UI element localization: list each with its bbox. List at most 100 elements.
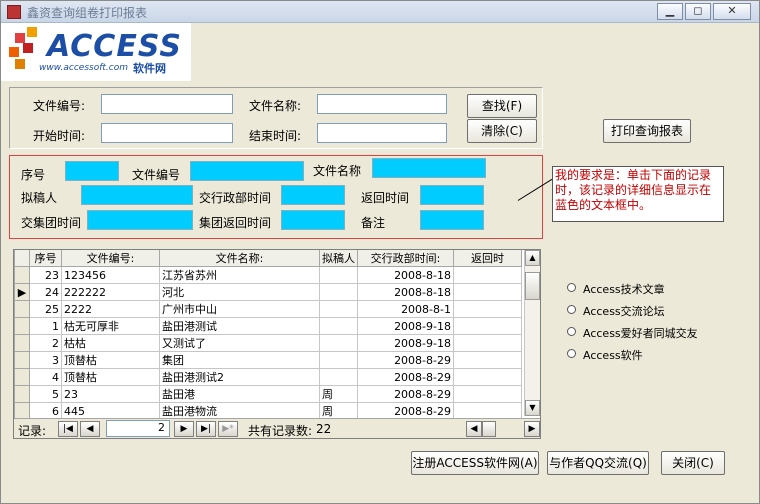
current-record-input[interactable]: 2	[106, 420, 170, 437]
table-cell[interactable]: 2008-8-29	[357, 351, 454, 369]
table-cell[interactable]	[453, 385, 522, 403]
group-return-field[interactable]	[281, 210, 345, 230]
row-selector[interactable]: ▶	[14, 283, 30, 301]
drafter-field[interactable]	[81, 185, 193, 205]
radio-label[interactable]: Access交流论坛	[583, 303, 665, 319]
last-record-icon[interactable]: ▶|	[196, 421, 216, 437]
scroll-thumb[interactable]	[525, 272, 540, 300]
table-cell[interactable]: 盐田港测试2	[159, 368, 320, 386]
radio-button[interactable]	[567, 283, 576, 292]
col-header-drafter[interactable]: 拟稿人	[319, 250, 358, 267]
table-cell[interactable]: 盐田港	[159, 385, 320, 403]
table-cell[interactable]	[319, 334, 358, 352]
table-cell[interactable]	[453, 402, 522, 420]
row-selector[interactable]	[14, 402, 30, 420]
table-cell[interactable]: 盐田港测试	[159, 317, 320, 335]
row-selector[interactable]	[14, 368, 30, 386]
table-cell[interactable]: 2008-9-18	[357, 334, 454, 352]
new-record-icon[interactable]: ▶*	[218, 421, 238, 437]
row-selector[interactable]	[14, 351, 30, 369]
table-cell[interactable]: 周	[319, 385, 358, 403]
row-selector[interactable]	[14, 317, 30, 335]
table-cell[interactable]: 222222	[61, 283, 160, 301]
submit-time-field[interactable]	[281, 185, 345, 205]
table-cell[interactable]	[319, 300, 358, 318]
table-cell[interactable]	[319, 266, 358, 284]
hscroll-thumb[interactable]	[482, 421, 496, 437]
remark-field[interactable]	[420, 210, 484, 230]
col-header-doc-no[interactable]: 文件编号:	[61, 250, 160, 267]
table-cell[interactable]: 顶替枯	[61, 368, 160, 386]
first-record-icon[interactable]: |◀	[58, 421, 78, 437]
clear-button[interactable]: 清除(C)	[467, 119, 537, 143]
maximize-button[interactable]: ◻	[685, 3, 711, 20]
table-cell[interactable]: 又测试了	[159, 334, 320, 352]
table-cell[interactable]: 2222	[61, 300, 160, 318]
table-cell[interactable]: 2008-8-29	[357, 368, 454, 386]
table-cell[interactable]: 集团	[159, 351, 320, 369]
table-cell[interactable]: 24	[29, 283, 62, 301]
vertical-scrollbar[interactable]: ▲ ▼	[524, 250, 540, 416]
table-cell[interactable]: 1	[29, 317, 62, 335]
table-cell[interactable]: 广州市中山	[159, 300, 320, 318]
col-header-doc-name[interactable]: 文件名称:	[159, 250, 320, 267]
table-row[interactable]: 5 23 盐田港周 2008-8-29	[14, 385, 522, 403]
table-row[interactable]: 6 445 盐田港物流周 2008-8-29	[14, 402, 522, 420]
table-row[interactable]: 2 枯枯 又测试了 2008-9-18	[14, 334, 522, 352]
table-row[interactable]: 23 123456 江苏省苏州 2008-8-18	[14, 266, 522, 284]
row-selector[interactable]	[14, 266, 30, 284]
table-cell[interactable]	[453, 300, 522, 318]
prev-record-icon[interactable]: ◀	[80, 421, 100, 437]
doc-no-input[interactable]	[101, 94, 233, 114]
col-header-submit-time[interactable]: 交行政部时间:	[357, 250, 454, 267]
table-cell[interactable]: 3	[29, 351, 62, 369]
return-time-field[interactable]	[420, 185, 484, 205]
row-selector[interactable]	[14, 334, 30, 352]
radio-button[interactable]	[567, 349, 576, 358]
table-cell[interactable]: 2008-8-1	[357, 300, 454, 318]
table-cell[interactable]: 江苏省苏州	[159, 266, 320, 284]
end-time-input[interactable]	[317, 123, 447, 143]
table-cell[interactable]: 5	[29, 385, 62, 403]
close-window-button[interactable]: ✕	[713, 3, 751, 20]
table-cell[interactable]	[319, 283, 358, 301]
radio-label[interactable]: Access爱好者同城交友	[583, 325, 698, 341]
minimize-button[interactable]: ▁	[657, 3, 683, 20]
scroll-right-icon[interactable]: ▶	[524, 421, 540, 437]
table-cell[interactable]: 2008-8-18	[357, 283, 454, 301]
start-time-input[interactable]	[101, 123, 233, 143]
table-cell[interactable]: 25	[29, 300, 62, 318]
records-grid[interactable]: 序号 文件编号: 文件名称: 拟稿人 交行政部时间: 返回时 23 123456 江…	[13, 249, 541, 439]
table-cell[interactable]: 123456	[61, 266, 160, 284]
scroll-down-icon[interactable]: ▼	[525, 400, 540, 416]
table-cell[interactable]: 枯无可厚非	[61, 317, 160, 335]
table-cell[interactable]	[319, 317, 358, 335]
table-cell[interactable]: 2008-8-29	[357, 402, 454, 420]
detail-doc-no-field[interactable]	[190, 161, 304, 181]
qq-contact-button[interactable]: 与作者QQ交流(Q)	[547, 451, 649, 475]
radio-button[interactable]	[567, 327, 576, 336]
table-row[interactable]: 4 顶替枯 盐田港测试2 2008-8-29	[14, 368, 522, 386]
col-header-return-time[interactable]: 返回时	[453, 250, 522, 267]
row-selector[interactable]	[14, 385, 30, 403]
table-cell[interactable]	[453, 283, 522, 301]
register-button[interactable]: 注册ACCESS软件网(A)	[411, 451, 539, 475]
close-button[interactable]: 关闭(C)	[661, 451, 725, 475]
table-cell[interactable]: 6	[29, 402, 62, 420]
table-cell[interactable]	[319, 351, 358, 369]
table-cell[interactable]: 445	[61, 402, 160, 420]
table-cell[interactable]: 周	[319, 402, 358, 420]
find-button[interactable]: 查找(F)	[467, 94, 537, 118]
table-cell[interactable]: 2008-8-18	[357, 266, 454, 284]
table-cell[interactable]	[453, 368, 522, 386]
detail-doc-name-field[interactable]	[372, 158, 486, 178]
col-header-seq[interactable]: 序号	[29, 250, 62, 267]
table-cell[interactable]: 23	[61, 385, 160, 403]
doc-name-input[interactable]	[317, 94, 447, 114]
table-cell[interactable]	[453, 351, 522, 369]
table-cell[interactable]: 2008-8-29	[357, 385, 454, 403]
table-cell[interactable]: 枯枯	[61, 334, 160, 352]
table-cell[interactable]	[453, 266, 522, 284]
table-row[interactable]: ▶ 24 222222 河北 2008-8-18	[14, 283, 522, 301]
table-cell[interactable]: 2008-9-18	[357, 317, 454, 335]
